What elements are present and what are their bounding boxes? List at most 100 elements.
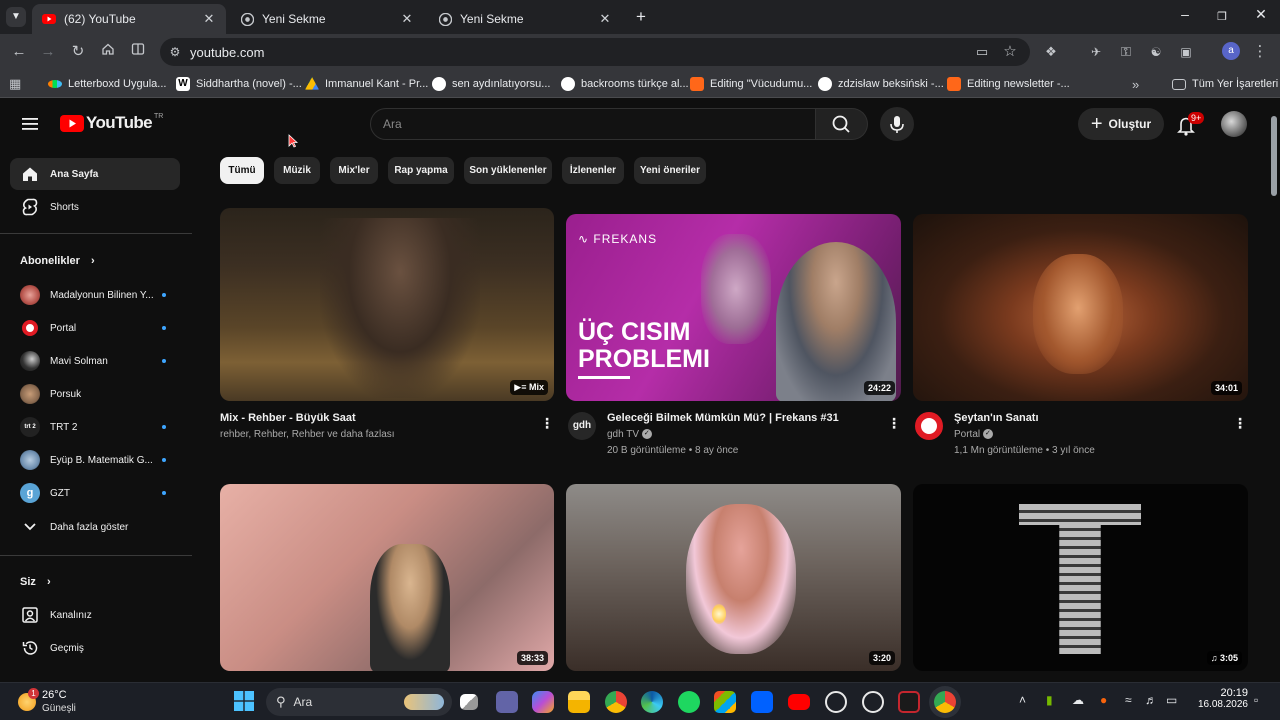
video-thumbnail[interactable]: 3:20: [566, 484, 901, 671]
edge-icon[interactable]: [641, 691, 663, 713]
chip-all[interactable]: Tümü: [220, 157, 264, 184]
sidebar-show-more[interactable]: Daha fazla göster: [10, 511, 180, 543]
clock[interactable]: 20:19 16.08.2026: [1192, 687, 1248, 710]
close-tab-icon[interactable]: ✕: [400, 11, 414, 27]
video-title[interactable]: Şeytan'ın Sanatı: [954, 412, 1039, 424]
translate-icon[interactable]: ☯: [1146, 42, 1166, 62]
bookmark-editing-vucudumu[interactable]: Editing "Vücudumu...: [690, 75, 812, 93]
app-icon-red-logo[interactable]: [898, 691, 920, 713]
video-channel[interactable]: Portal ✓: [954, 429, 993, 440]
dropbox-icon[interactable]: [751, 691, 773, 713]
video-thumbnail[interactable]: 34:01: [913, 214, 1248, 401]
close-tab-icon[interactable]: ✕: [202, 11, 216, 27]
chip-music[interactable]: Müzik: [274, 157, 320, 184]
reading-mode-icon[interactable]: ▣: [1176, 42, 1196, 62]
copilot-icon[interactable]: [532, 691, 554, 713]
tab-youtube[interactable]: (62) YouTube ✕: [32, 4, 226, 34]
extension-1-icon[interactable]: ✈: [1086, 42, 1106, 62]
search-input[interactable]: Ara: [370, 108, 816, 140]
bookmark-letterboxd[interactable]: Letterboxd Uygula...: [48, 75, 166, 93]
chip-rap[interactable]: Rap yapma: [388, 157, 454, 184]
wifi-icon[interactable]: ≈: [1125, 693, 1132, 707]
chip-mixes[interactable]: Mix'ler: [330, 157, 378, 184]
chip-recently-uploaded[interactable]: Son yüklenenler: [464, 157, 552, 184]
video-thumbnail[interactable]: 38:33: [220, 484, 554, 671]
app-icon-with-badge[interactable]: [862, 691, 884, 713]
create-button[interactable]: + Oluştur: [1078, 108, 1164, 140]
volume-icon[interactable]: ♬: [1145, 693, 1157, 707]
home-button[interactable]: [98, 42, 118, 62]
minimize-button[interactable]: –: [1170, 6, 1200, 28]
account-avatar[interactable]: [1221, 111, 1247, 137]
video-thumbnail[interactable]: ∿ FREKANS ÜÇ CISIM PROBLEMI 24:22: [566, 214, 901, 401]
you-header[interactable]: Siz ›: [20, 576, 51, 588]
scrollbar-thumb[interactable]: [1271, 116, 1277, 196]
apps-grid-icon[interactable]: ▦: [9, 75, 21, 93]
sidebar-channel[interactable]: g GZT: [10, 477, 180, 509]
sidebar-channel[interactable]: Eyüp B. Matematik G...: [10, 444, 180, 476]
bookmark-siddhartha[interactable]: W Siddhartha (novel) -...: [176, 75, 302, 93]
teams-icon[interactable]: [496, 691, 518, 713]
bookmark-aydinlatiyorsu[interactable]: sen aydınlatıyorsu...: [432, 75, 550, 93]
youtube-app-icon[interactable]: [788, 694, 810, 710]
bookmark-beksinski[interactable]: zdzisław beksiński -...: [818, 75, 944, 93]
new-tab-button[interactable]: +: [632, 7, 650, 27]
subscriptions-header[interactable]: Abonelikler ›: [20, 255, 95, 267]
bookmark-backrooms[interactable]: backrooms türkçe al...: [561, 75, 689, 93]
hamburger-menu-icon[interactable]: [22, 117, 38, 136]
bookmark-star-icon[interactable]: ☆: [1000, 42, 1020, 62]
tab-search-button[interactable]: ▼: [6, 7, 26, 27]
video-thumbnail[interactable]: ♫ 3:05: [913, 484, 1248, 671]
video-channel[interactable]: gdh TV ✓: [607, 429, 652, 440]
extensions-icon[interactable]: ❖: [1041, 42, 1061, 62]
install-app-icon[interactable]: ▭: [972, 42, 992, 62]
chip-watched[interactable]: İzlenenler: [562, 157, 624, 184]
password-key-icon[interactable]: ⚿: [1116, 42, 1136, 62]
microsoft-store-icon[interactable]: [714, 691, 736, 713]
sidebar-item-history[interactable]: Geçmiş: [10, 632, 180, 664]
reload-button[interactable]: ↻: [68, 42, 88, 62]
video-thumbnail[interactable]: ▶≡ Mix: [220, 208, 554, 401]
sidebar-item-your-channel[interactable]: Kanalınız: [10, 599, 180, 631]
video-channel[interactable]: rehber, Rehber, Rehber ve daha fazlası: [220, 429, 395, 440]
browser-menu-icon[interactable]: ⋮: [1250, 42, 1270, 62]
weather-widget[interactable]: 1 26°C Güneşli: [16, 687, 106, 717]
more-bookmarks-icon[interactable]: »: [1132, 75, 1139, 93]
voice-search-button[interactable]: [880, 107, 914, 141]
channel-avatar[interactable]: gdh: [568, 412, 596, 440]
sidebar-channel[interactable]: Portal: [10, 312, 180, 344]
channel-avatar[interactable]: [915, 412, 943, 440]
sidebar-item-home[interactable]: Ana Sayfa: [10, 158, 180, 190]
chip-new-to-you[interactable]: Yeni öneriler: [634, 157, 706, 184]
all-bookmarks-folder[interactable]: Tüm Yer İşaretleri: [1172, 75, 1278, 93]
profile-avatar[interactable]: a: [1222, 42, 1240, 60]
nvidia-icon[interactable]: ▮: [1046, 693, 1053, 707]
tab-new-tab-2[interactable]: Yeni Sekme ✕: [428, 4, 622, 34]
page-scrollbar[interactable]: [1268, 100, 1280, 682]
video-title[interactable]: Geleceği Bilmek Mümkün Mü? | Frekans #31: [607, 412, 839, 424]
spotify-icon[interactable]: [678, 691, 700, 713]
sidebar-channel[interactable]: Porsuk: [10, 378, 180, 410]
file-explorer-icon[interactable]: [568, 691, 590, 713]
taskbar-search[interactable]: ⚲ Ara: [266, 688, 452, 716]
restore-button[interactable]: ❐: [1207, 6, 1237, 28]
address-bar[interactable]: ⚙ youtube.com: [160, 38, 1030, 66]
bookmark-editing-newsletter[interactable]: Editing newsletter -...: [947, 75, 1070, 93]
youtube-logo[interactable]: YouTube TR: [60, 113, 163, 133]
chrome-icon[interactable]: [605, 691, 627, 713]
notification-center-icon[interactable]: ▫: [1254, 693, 1258, 707]
tab-new-tab-1[interactable]: Yeni Sekme ✕: [230, 4, 424, 34]
battery-icon[interactable]: ▭: [1166, 693, 1177, 707]
sidebar-item-shorts[interactable]: Shorts: [10, 191, 180, 223]
forward-button[interactable]: →: [38, 42, 58, 62]
video-menu-icon[interactable]: ⋮: [540, 415, 554, 431]
chrome-active-icon[interactable]: [934, 691, 956, 713]
chatgpt-icon[interactable]: [825, 691, 847, 713]
close-window-button[interactable]: ✕: [1246, 6, 1276, 28]
onedrive-icon[interactable]: ☁: [1072, 693, 1084, 707]
video-menu-icon[interactable]: ⋮: [887, 415, 901, 431]
video-title[interactable]: Mix - Rehber - Büyük Saat: [220, 412, 356, 424]
sidebar-channel[interactable]: trt 2 TRT 2: [10, 411, 180, 443]
start-button[interactable]: [234, 691, 256, 713]
sidebar-channel[interactable]: Madalyonun Bilinen Y...: [10, 279, 180, 311]
